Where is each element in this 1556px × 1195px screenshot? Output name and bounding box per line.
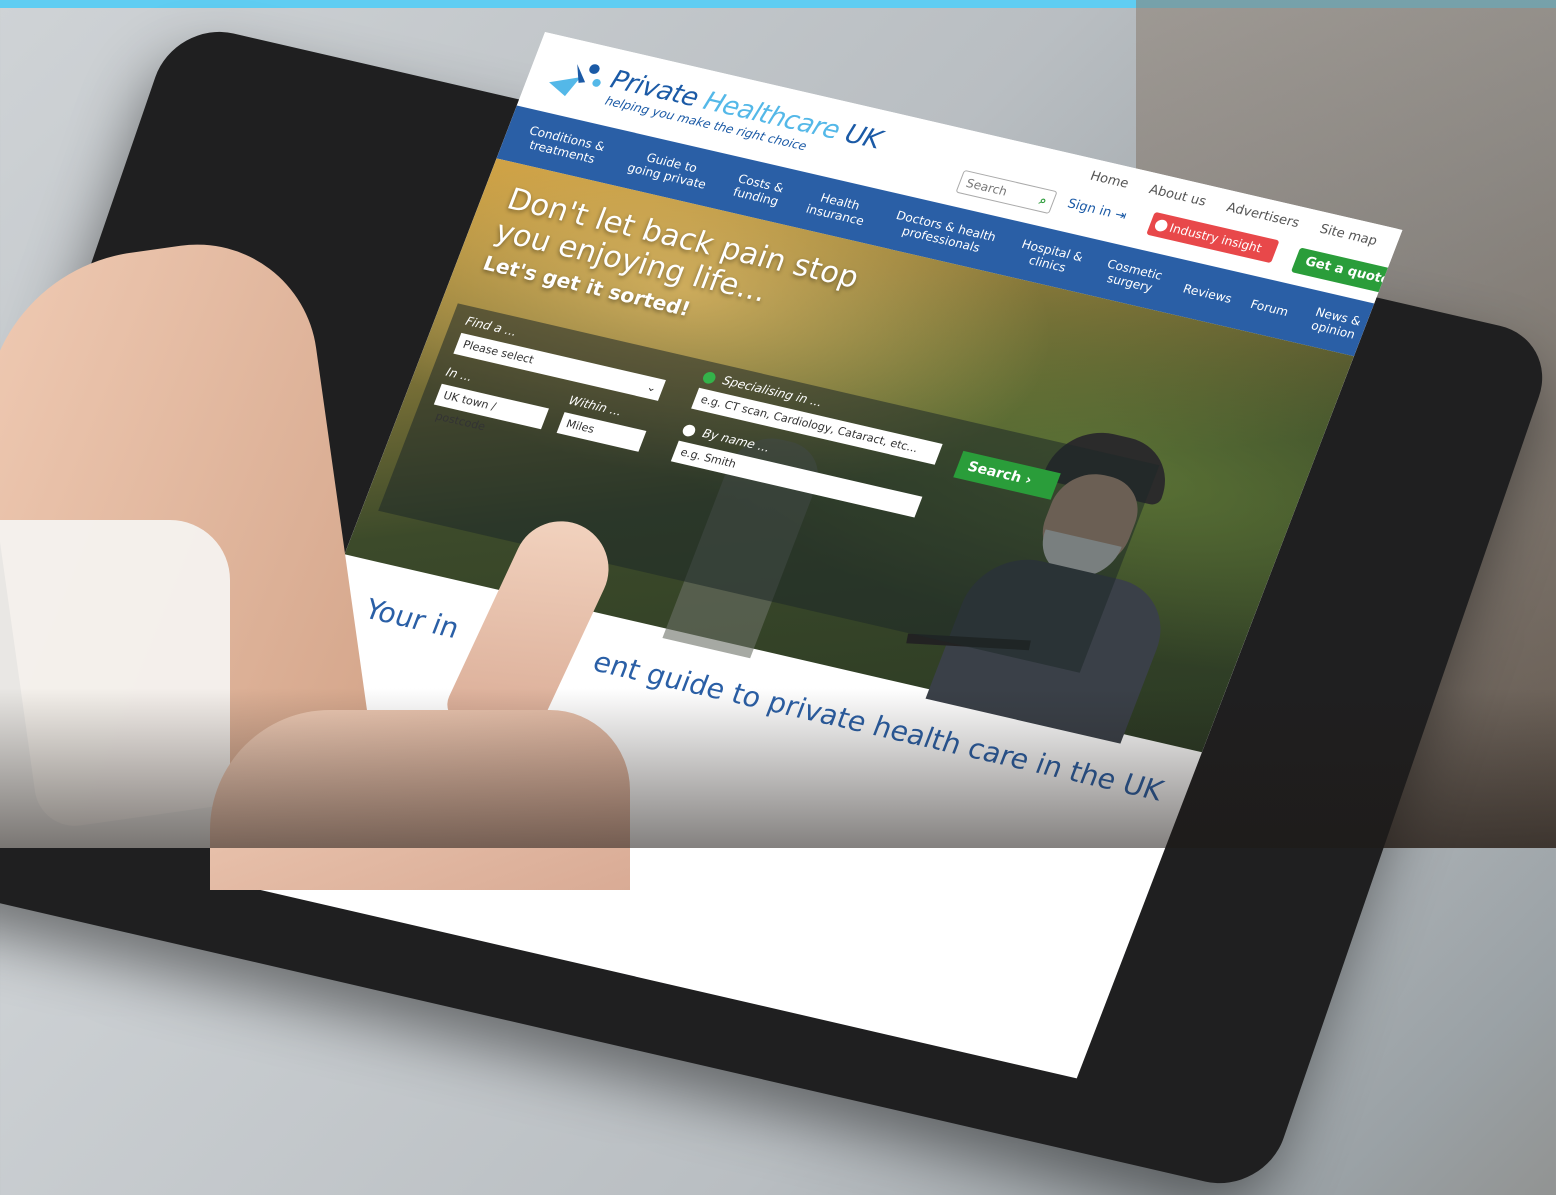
finder-search-button[interactable]: Search › (953, 450, 1061, 500)
industry-insight-label: Industry insight (1167, 221, 1264, 256)
byname-radio[interactable] (680, 423, 698, 438)
nav-item-insurance[interactable]: Health insurance (802, 188, 874, 229)
nav-item-costs[interactable]: Costs & funding (724, 170, 792, 210)
sign-in-icon: ⇥ (1112, 207, 1129, 224)
top-link-about[interactable]: About us (1147, 182, 1209, 209)
top-link-advertisers[interactable]: Advertisers (1224, 200, 1301, 231)
find-select-value: Please select (461, 338, 536, 367)
find-select[interactable]: Please select ⌄ (453, 332, 666, 401)
tagline-part-1: Your in (360, 592, 465, 645)
logo-mark-icon (549, 64, 601, 97)
sign-in-link[interactable]: Sign in ⇥ (1065, 196, 1128, 224)
top-link-home[interactable]: Home (1088, 169, 1131, 192)
chevron-right-icon: › (1022, 472, 1035, 489)
sign-in-label: Sign in (1065, 196, 1114, 221)
chevron-down-icon: ⌄ (644, 380, 659, 395)
finder-search-label: Search (965, 458, 1024, 487)
background-shadow (0, 688, 1556, 848)
nav-item-conditions[interactable]: Conditions & treatments (515, 122, 614, 169)
header-search-input[interactable]: Search ⌕ (955, 169, 1058, 215)
nav-item-reviews[interactable]: Reviews (1181, 282, 1234, 306)
nav-item-cosmetic[interactable]: Cosmetic surgery (1095, 256, 1169, 297)
in-label: In ... (443, 364, 475, 385)
nav-item-forum[interactable]: Forum (1248, 297, 1290, 319)
top-link-site-map[interactable]: Site map (1317, 222, 1379, 249)
header-search-placeholder: Search (964, 176, 1010, 199)
nav-item-news[interactable]: News & opinion (1302, 304, 1369, 343)
nav-item-hospitals[interactable]: Hospital & clinics (1014, 237, 1086, 278)
logo-title-uk: UK (833, 117, 886, 156)
search-icon[interactable]: ⌕ (1036, 189, 1051, 211)
nav-item-guide[interactable]: Guide to going private (624, 147, 716, 192)
get-quote-label: Get a quote (1302, 254, 1393, 288)
miles-input[interactable]: Miles (556, 412, 647, 452)
specialising-radio[interactable] (701, 370, 718, 385)
location-input[interactable]: UK town / postcode (434, 383, 549, 433)
play-icon (1153, 218, 1170, 233)
